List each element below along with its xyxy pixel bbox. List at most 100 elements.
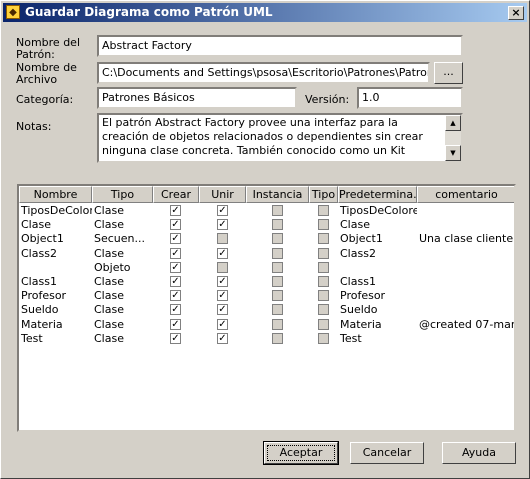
cell-nombre: Profesor [21,289,67,303]
cell-tipo: Objeto [94,260,131,274]
notas-scrollbar[interactable]: ▲ ▼ [445,115,461,161]
column-header[interactable]: Nombre [19,186,92,203]
column-header[interactable]: Instancia [246,186,309,203]
aceptar-button-label: Aceptar [267,445,335,461]
crear-checkbox[interactable]: ✓ [170,290,181,302]
crear-checkbox[interactable]: ✓ [170,247,181,259]
crear-checkbox[interactable]: ✓ [170,332,181,344]
cell-comentario [417,218,514,232]
categoria-input[interactable]: Patrones Básicos [97,87,297,109]
instancia-checkbox [272,304,283,316]
crear-checkbox[interactable]: ✓ [170,233,181,245]
crear-checkbox[interactable]: ✓ [170,219,181,231]
archivo-input[interactable]: C:\Documents and Settings\psosa\Escritor… [97,62,430,84]
cell-nombre: Clase [21,218,51,232]
unir-checkbox [217,261,228,273]
cell-nombre [19,261,92,275]
tipo-checkbox [318,247,329,259]
table-row[interactable]: Profesor Clase ✓ ✓ Profesor [19,289,514,303]
tipo-checkbox [318,233,329,245]
cell-tipo: Secuen... [94,232,145,246]
table-row[interactable]: TiposDeColor...Clase ✓ ✓ TiposDeColores [19,204,514,218]
unir-checkbox[interactable]: ✓ [217,205,228,216]
cell-nombre: Class1 [21,275,57,288]
cell-predeterminado: Object1 [340,232,383,246]
cell-tipo: Clase [94,246,124,260]
app-icon: ◆ [6,5,20,19]
table-row[interactable]: Test Clase ✓ ✓ Test [19,332,514,346]
unir-checkbox[interactable]: ✓ [217,276,228,287]
scroll-up-icon[interactable]: ▲ [445,115,461,131]
elements-grid[interactable]: Nombre Tipo Crear Unir Instancia Tipo Predeter… [17,184,516,432]
browse-button[interactable]: ... [434,62,463,84]
column-header[interactable]: Predetermina... [338,186,417,203]
unir-checkbox[interactable]: ✓ [217,332,228,344]
unir-checkbox[interactable]: ✓ [217,304,228,316]
table-row[interactable]: Materia Clase ✓ ✓ Materia @created 07-mar-... [19,318,514,332]
cell-comentario [417,247,514,261]
dialog-title: Guardar Diagrama como Patrón UML [25,5,273,19]
cell-comentario [417,289,514,303]
tipo-checkbox [318,276,329,287]
close-button[interactable]: × [508,6,524,20]
crear-checkbox[interactable]: ✓ [170,205,181,216]
cell-nombre: Materia [21,317,63,331]
title-bar[interactable]: ◆ Guardar Diagrama como Patrón UML × [3,3,527,22]
table-row[interactable]: Objeto ✓ [19,261,514,275]
column-header[interactable]: Tipo [309,186,338,203]
aceptar-button[interactable]: Aceptar [263,441,339,465]
crear-checkbox[interactable]: ✓ [170,276,181,287]
crear-checkbox[interactable]: ✓ [170,304,181,316]
instancia-checkbox [272,205,283,216]
cell-comentario [417,275,514,289]
instancia-checkbox [272,247,283,259]
unir-checkbox[interactable]: ✓ [217,219,228,231]
cell-comentario: @created 07-mar-... [419,317,515,331]
nombre-input[interactable]: Abstract Factory [97,35,463,57]
unir-checkbox[interactable]: ✓ [217,290,228,302]
cell-tipo: Clase [94,289,124,303]
notas-textarea[interactable]: El patrón Abstract Factory provee una in… [97,113,463,163]
table-row[interactable]: Class1 Clase ✓ ✓ Class1 [19,275,514,289]
column-header[interactable]: comentario [417,186,514,203]
table-row[interactable]: Sueldo Clase ✓ ✓ Sueldo [19,303,514,317]
table-row[interactable]: Object1 Secuen... ✓ Object1 Una clase client… [19,232,514,246]
cell-tipo: Clase [94,218,124,232]
cell-nombre: Sueldo [21,303,59,317]
table-row[interactable]: Class2 Clase ✓ ✓ Class2 [19,247,514,261]
crear-checkbox[interactable]: ✓ [170,261,181,273]
cell-comentario: Una clase cliente. ... [419,232,516,246]
cell-comentario [417,332,514,346]
dialog-window: ◆ Guardar Diagrama como Patrón UML × Nom… [0,0,530,479]
ayuda-button[interactable]: Ayuda [442,442,516,464]
tipo-checkbox [318,205,329,216]
unir-checkbox[interactable]: ✓ [217,318,228,330]
notas-text: El patrón Abstract Factory provee una in… [102,116,423,157]
instancia-checkbox [272,290,283,302]
cell-nombre: TiposDeColor... [21,204,92,217]
instancia-checkbox [272,332,283,344]
cell-predeterminado [338,261,417,275]
cell-predeterminado: Profesor [340,289,386,303]
cell-nombre: Test [21,331,43,345]
cell-tipo: Clase [94,275,124,288]
tipo-checkbox [318,219,329,231]
column-header[interactable]: Crear [153,186,199,203]
unir-checkbox[interactable]: ✓ [217,247,228,259]
column-header[interactable]: Unir [199,186,246,203]
cancelar-button[interactable]: Cancelar [350,442,424,464]
notas-label: Notas: [16,120,52,133]
table-row[interactable]: Clase Clase ✓ ✓ Clase [19,218,514,232]
scroll-down-icon[interactable]: ▼ [445,145,461,161]
tipo-checkbox [318,304,329,316]
instancia-checkbox [272,261,283,273]
unir-checkbox [217,233,228,245]
grid-header: Nombre Tipo Crear Unir Instancia Tipo Predeter… [19,186,514,203]
cell-predeterminado: Clase [340,218,370,232]
cell-tipo: Clase [94,331,124,345]
cell-predeterminado: Class1 [340,275,376,288]
crear-checkbox[interactable]: ✓ [170,318,181,330]
version-input[interactable]: 1.0 [357,87,463,109]
column-header[interactable]: Tipo [92,186,153,203]
instancia-checkbox [272,276,283,287]
